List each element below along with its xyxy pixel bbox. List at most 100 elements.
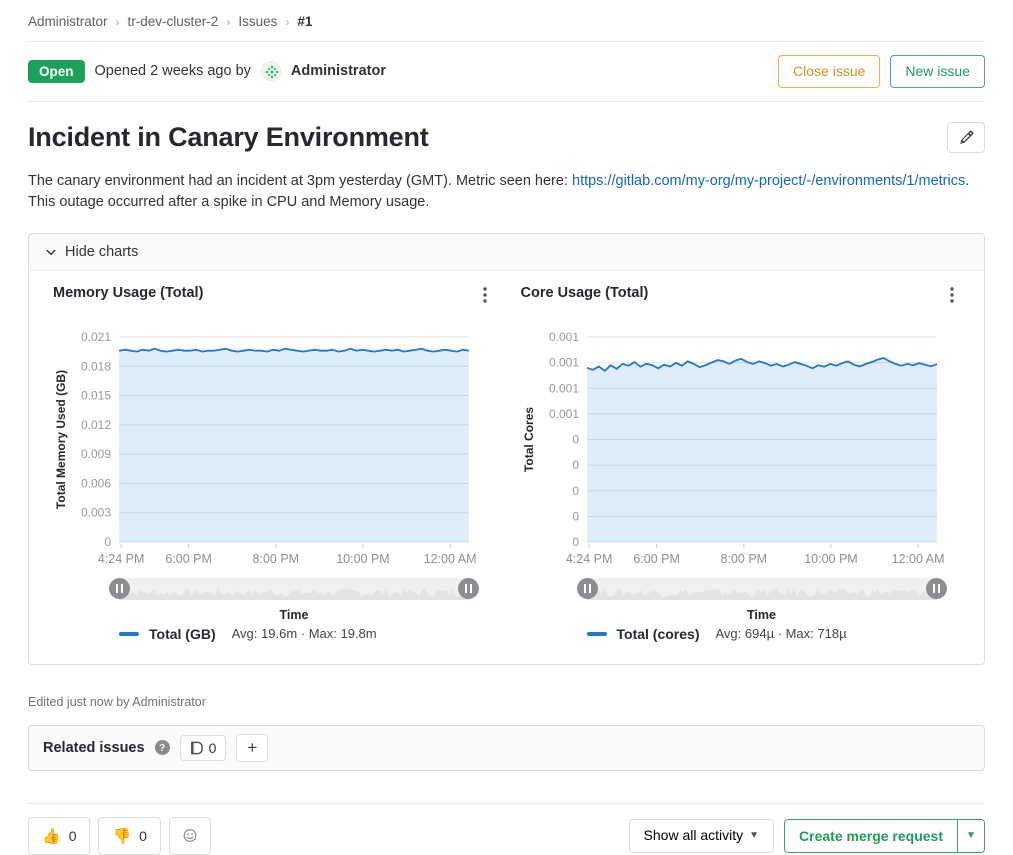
svg-text:0.018: 0.018 — [81, 359, 111, 373]
related-issues-title: Related issues — [43, 740, 145, 756]
activity-filter-label: Show all activity — [644, 827, 744, 844]
edit-title-button[interactable] — [947, 122, 985, 153]
breadcrumb-separator: › — [226, 15, 230, 29]
svg-text:10:00 PM: 10:00 PM — [336, 552, 390, 566]
activity-filter-dropdown[interactable]: Show all activity ▼ — [629, 819, 775, 853]
chart-menu-button[interactable] — [477, 285, 493, 305]
breadcrumb-separator: › — [116, 15, 120, 29]
issue-status-row: Open Opened 2 weeks ago by Administrator… — [28, 42, 985, 102]
svg-text:10:00 PM: 10:00 PM — [804, 552, 858, 566]
svg-text:0.006: 0.006 — [81, 476, 111, 490]
breadcrumb-current-issue: #1 — [297, 14, 312, 29]
kebab-menu-icon — [950, 287, 954, 303]
issue-icon — [190, 741, 203, 755]
hide-charts-toggle[interactable]: Hide charts — [29, 234, 984, 271]
svg-text:0.001: 0.001 — [548, 381, 578, 395]
create-merge-request-split-button: Create merge request ▼ — [784, 819, 985, 853]
avatar-identicon — [262, 62, 282, 82]
svg-text:8:00 PM: 8:00 PM — [720, 552, 767, 566]
core-usage-chart-card: Core Usage (Total) 0.0010.0010.0010.0010… — [507, 285, 975, 642]
related-issues-count-badge: 0 — [180, 735, 227, 761]
thumbs-up-button[interactable]: 👍 0 — [28, 817, 90, 855]
create-merge-request-dropdown[interactable]: ▼ — [957, 820, 984, 852]
svg-text:Total Cores: Total Cores — [522, 406, 536, 471]
related-issues-count: 0 — [209, 740, 217, 756]
svg-text:0.021: 0.021 — [81, 330, 111, 344]
svg-text:0.015: 0.015 — [81, 388, 111, 402]
slider-handle-left[interactable] — [109, 578, 130, 599]
metrics-link[interactable]: https://gitlab.com/my-org/my-project/-/e… — [572, 173, 965, 189]
svg-text:Total Memory Used (GB): Total Memory Used (GB) — [54, 370, 68, 509]
thumbs-up-count: 0 — [69, 828, 77, 844]
chart-legend: Time Total (cores) Avg: 694µ · Max: 718µ — [587, 608, 937, 642]
breadcrumb-separator: › — [285, 15, 289, 29]
breadcrumb-project[interactable]: tr-dev-cluster-2 — [128, 14, 219, 29]
svg-text:0: 0 — [572, 535, 579, 549]
svg-text:0.001: 0.001 — [548, 355, 578, 369]
hide-charts-label: Hide charts — [65, 244, 138, 260]
svg-text:4:24 PM: 4:24 PM — [98, 552, 145, 566]
issue-description: The canary environment had an incident a… — [28, 171, 985, 213]
add-reaction-button[interactable] — [169, 817, 211, 855]
x-axis-title: Time — [587, 608, 937, 622]
thumbs-up-icon: 👍 — [42, 827, 61, 845]
kebab-menu-icon — [483, 287, 487, 303]
breadcrumb-issues[interactable]: Issues — [238, 14, 277, 29]
issue-page: Administrator › tr-dev-cluster-2 › Issue… — [0, 0, 1013, 855]
svg-text:6:00 PM: 6:00 PM — [165, 552, 212, 566]
chart-zoom-slider — [119, 577, 469, 601]
slider-track[interactable] — [119, 578, 469, 600]
svg-text:0: 0 — [572, 484, 579, 498]
chart-zoom-slider — [587, 577, 937, 601]
thumbs-down-button[interactable]: 👎 0 — [98, 817, 160, 855]
legend-swatch — [587, 632, 607, 636]
slider-track[interactable] — [587, 578, 937, 600]
new-issue-button[interactable]: New issue — [890, 55, 985, 88]
chart-legend: Time Total (GB) Avg: 19.6m · Max: 19.8m — [119, 608, 469, 642]
chevron-down-icon — [45, 246, 57, 258]
charts-panel: Hide charts Memory Usage (Total) 0.0210.… — [28, 233, 985, 665]
chart-menu-button[interactable] — [944, 285, 960, 305]
legend-stats: Avg: 19.6m · Max: 19.8m — [232, 626, 377, 641]
thumbs-down-icon: 👎 — [112, 827, 131, 845]
smiley-icon — [183, 827, 197, 844]
svg-text:0: 0 — [104, 535, 111, 549]
svg-text:6:00 PM: 6:00 PM — [633, 552, 680, 566]
pencil-icon — [959, 130, 974, 145]
svg-text:0.003: 0.003 — [81, 506, 111, 520]
status-badge: Open — [28, 60, 85, 84]
add-related-issue-button[interactable]: + — [236, 734, 268, 762]
title-row: Incident in Canary Environment — [28, 122, 985, 153]
svg-text:0: 0 — [572, 509, 579, 523]
breadcrumb-administrator[interactable]: Administrator — [28, 14, 108, 29]
slider-handle-left[interactable] — [577, 578, 598, 599]
close-issue-button[interactable]: Close issue — [778, 55, 880, 88]
x-axis-title: Time — [119, 608, 469, 622]
slider-handle-right[interactable] — [926, 578, 947, 599]
create-merge-request-button[interactable]: Create merge request — [785, 820, 957, 852]
svg-text:0: 0 — [572, 432, 579, 446]
legend-series-label[interactable]: Total (GB) — [149, 626, 216, 642]
memory-usage-chart: 0.0210.0180.0150.0120.0090.0060.00304:24… — [51, 329, 481, 569]
svg-text:0.001: 0.001 — [548, 330, 578, 344]
svg-text:12:00 AM: 12:00 AM — [891, 552, 944, 566]
legend-stats: Avg: 694µ · Max: 718µ — [715, 626, 846, 641]
avatar[interactable] — [261, 61, 281, 81]
svg-text:0.012: 0.012 — [81, 418, 111, 432]
issue-footer: 👍 0 👎 0 Show all activity ▼ — [28, 803, 985, 855]
svg-text:12:00 AM: 12:00 AM — [424, 552, 477, 566]
core-usage-chart: 0.0010.0010.0010.001000004:24 PM6:00 PM8… — [519, 329, 949, 569]
breadcrumb: Administrator › tr-dev-cluster-2 › Issue… — [28, 0, 985, 29]
help-icon[interactable]: ? — [155, 740, 170, 755]
charts-row: Memory Usage (Total) 0.0210.0180.0150.01… — [29, 271, 984, 664]
chart-title: Core Usage (Total) — [521, 285, 649, 301]
related-issues-card: Related issues ? 0 + — [28, 725, 985, 771]
slider-sparkline — [119, 578, 469, 600]
legend-series-label[interactable]: Total (cores) — [617, 626, 700, 642]
opened-text: Opened 2 weeks ago by — [95, 63, 251, 79]
description-text: The canary environment had an incident a… — [28, 173, 572, 189]
page-title: Incident in Canary Environment — [28, 122, 429, 153]
legend-swatch — [119, 632, 139, 636]
slider-handle-right[interactable] — [458, 578, 479, 599]
author-name[interactable]: Administrator — [291, 63, 386, 79]
